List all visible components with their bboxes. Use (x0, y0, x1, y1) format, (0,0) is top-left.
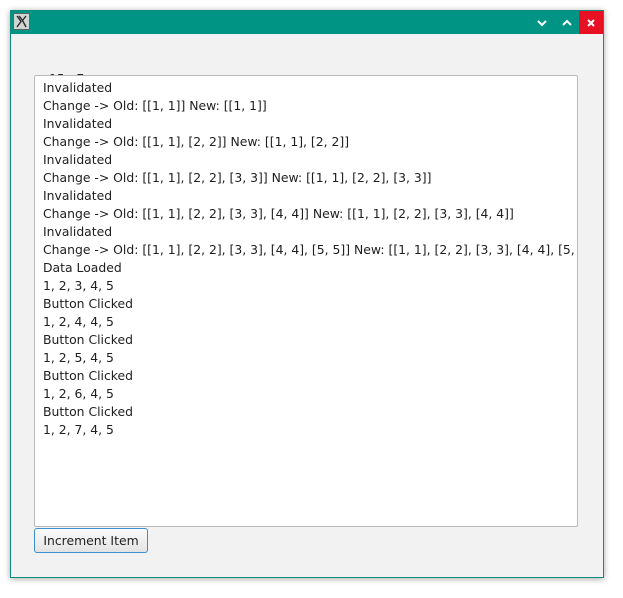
increment-item-button[interactable]: Increment Item (34, 528, 148, 553)
close-button[interactable] (579, 11, 603, 34)
log-line: Invalidated (43, 80, 113, 95)
maximize-button[interactable] (555, 11, 579, 34)
chevron-down-icon (537, 19, 547, 26)
app-window: 157 InvalidatedChange -> Old: [[1, 1]] N… (10, 10, 604, 578)
log-line: Invalidated (43, 224, 113, 239)
log-line: Data Loaded (43, 260, 122, 275)
log-line: Button Clicked (43, 368, 134, 383)
log-line: Invalidated (43, 152, 113, 167)
log-line: 1, 2, 7, 4, 5 (43, 422, 114, 437)
chevron-up-icon (562, 19, 572, 26)
log-line: 1, 2, 4, 4, 5 (43, 314, 114, 329)
log-line: Change -> Old: [[1, 1], [2, 2], [3, 3]] … (43, 170, 432, 185)
log-text-area[interactable]: Invalidated Change -> Old: [[1, 1]] New: … (34, 75, 578, 527)
log-line: Button Clicked (43, 296, 134, 311)
log-line: 1, 2, 3, 4, 5 (43, 278, 114, 293)
close-icon (587, 18, 595, 27)
log-line: 1, 2, 5, 4, 5 (43, 350, 114, 365)
log-line: 1, 2, 6, 4, 5 (43, 386, 114, 401)
log-line: Change -> Old: [[1, 1], [2, 2], [3, 3], … (43, 206, 514, 221)
log-line: Change -> Old: [[1, 1], [2, 2]] New: [[1… (43, 134, 350, 149)
title-bar[interactable] (11, 11, 603, 34)
log-line: Invalidated (43, 188, 113, 203)
log-line: Change -> Old: [[1, 1]] New: [[1, 1]] (43, 98, 267, 113)
x-app-icon[interactable] (13, 13, 30, 30)
log-line: Invalidated (43, 116, 113, 131)
log-line: Change -> Old: [[1, 1], [2, 2], [3, 3], … (43, 242, 578, 257)
minimize-button[interactable] (530, 11, 554, 34)
log-line: Button Clicked (43, 404, 134, 419)
log-line: Button Clicked (43, 332, 134, 347)
log-list: Invalidated Change -> Old: [[1, 1]] New: … (35, 76, 577, 439)
